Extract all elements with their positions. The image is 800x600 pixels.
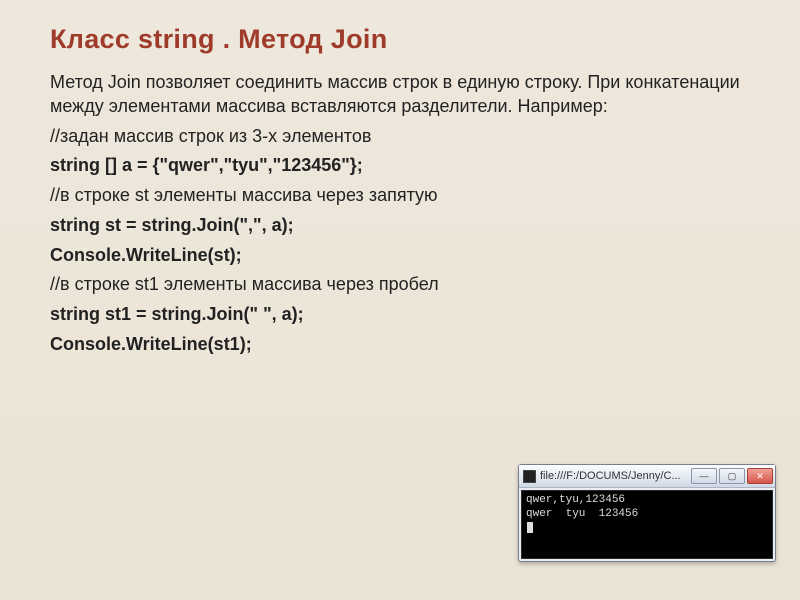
code-line: string st = string.Join(",", a); <box>50 214 760 238</box>
window-buttons: — ▢ ✕ <box>691 468 773 484</box>
intro-paragraph: Метод Join позволяет соединить массив ст… <box>50 71 760 119</box>
window-titlebar: file:///F:/DOCUMS/Jenny/C... — ▢ ✕ <box>519 465 775 488</box>
terminal-text: qwer,tyu,123456 qwer tyu 123456 <box>526 494 638 520</box>
close-button[interactable]: ✕ <box>747 468 773 484</box>
code-line: string st1 = string.Join(" ", a); <box>50 303 760 327</box>
code-line: Console.WriteLine(st); <box>50 244 760 268</box>
app-icon <box>523 470 536 483</box>
code-line: string [] a = {"qwer","tyu","123456"}; <box>50 154 760 178</box>
code-line: Console.WriteLine(st1); <box>50 333 760 357</box>
slide: Класс string . Метод Join Метод Join поз… <box>0 0 800 600</box>
slide-body: Метод Join позволяет соединить массив ст… <box>50 71 760 357</box>
slide-title: Класс string . Метод Join <box>50 24 760 55</box>
minimize-button[interactable]: — <box>691 468 717 484</box>
code-line: //задан массив строк из 3-х элементов <box>50 125 760 149</box>
terminal-cursor-icon <box>527 522 533 533</box>
code-line: //в строке st элементы массива через зап… <box>50 184 760 208</box>
console-window: file:///F:/DOCUMS/Jenny/C... — ▢ ✕ qwer,… <box>518 464 776 562</box>
maximize-button[interactable]: ▢ <box>719 468 745 484</box>
window-title: file:///F:/DOCUMS/Jenny/C... <box>540 470 691 482</box>
terminal-output: qwer,tyu,123456 qwer tyu 123456 <box>521 490 773 559</box>
code-line: //в строке st1 элементы массива через пр… <box>50 273 760 297</box>
